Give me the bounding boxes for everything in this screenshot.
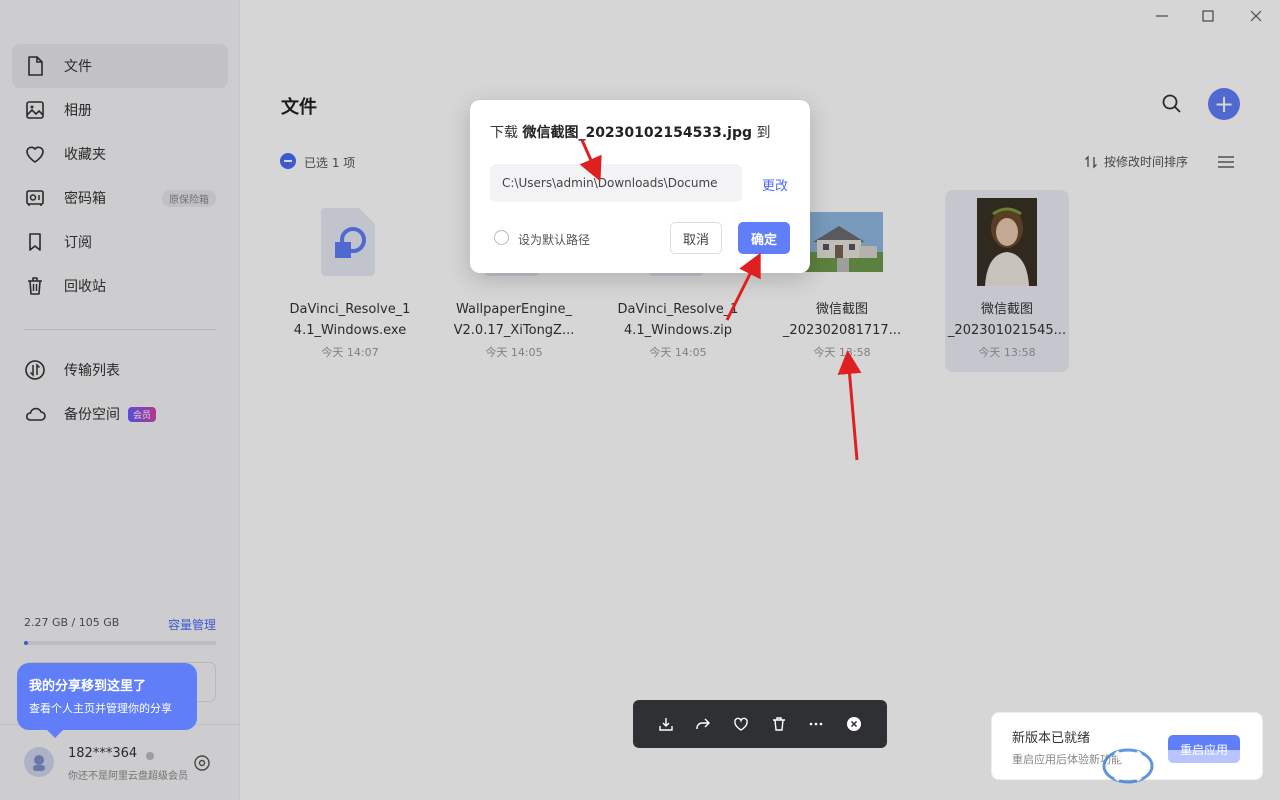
download-path-field[interactable] — [490, 164, 742, 202]
delete-button[interactable] — [770, 715, 788, 733]
update-title: 新版本已就绪 — [1012, 731, 1091, 746]
cancel-button[interactable]: 取消 — [670, 222, 722, 254]
share-icon — [696, 718, 711, 729]
confirm-button[interactable]: 确定 — [738, 222, 790, 254]
default-path-label: 设为默认路径 — [518, 233, 591, 247]
dialog-filename: 微信截图_20230102154533.jpg — [522, 125, 752, 141]
dialog-title: 下载 微信截图_20230102154533.jpg 到 — [490, 125, 771, 141]
trash-icon — [772, 717, 785, 731]
tooltip-title: 我的分享移到这里了 — [29, 679, 147, 694]
share-moved-tooltip: 我的分享移到这里了 查看个人主页并管理你的分享 — [17, 663, 197, 738]
download-button[interactable] — [657, 715, 675, 733]
heart-icon — [734, 717, 748, 731]
tooltip-desc: 查看个人主页并管理你的分享 — [29, 702, 172, 715]
more-icon — [810, 722, 823, 726]
change-path-link[interactable]: 更改 — [762, 175, 788, 194]
more-button[interactable] — [807, 715, 825, 733]
share-button[interactable] — [694, 715, 712, 733]
download-icon — [659, 718, 673, 731]
default-path-radio[interactable] — [494, 230, 509, 245]
favorite-button[interactable] — [732, 715, 750, 733]
close-selection-button[interactable] — [845, 715, 863, 733]
selection-action-bar — [633, 700, 887, 748]
close-circle-icon — [847, 717, 862, 731]
watermark-logo — [1102, 748, 1262, 784]
download-dialog: 下载 微信截图_20230102154533.jpg 到 更改 设为默认路径 取… — [470, 100, 810, 273]
